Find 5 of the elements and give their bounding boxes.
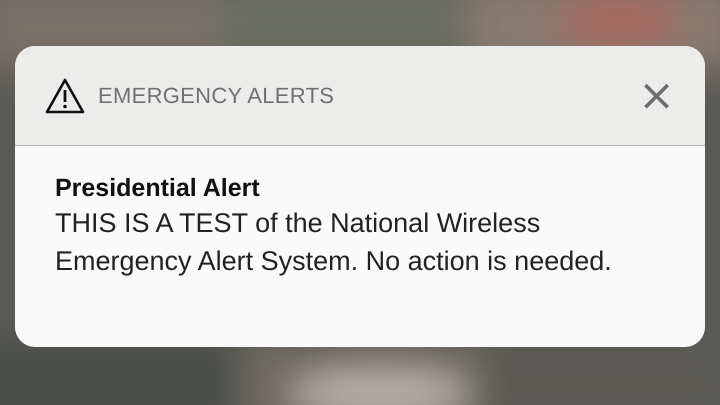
close-button[interactable]: × bbox=[636, 76, 677, 116]
alert-message: THIS IS A TEST of the National Wireless Emergency Alert System. No action is needed. bbox=[55, 207, 613, 278]
alert-title: Presidential Alert bbox=[55, 173, 261, 204]
app-name: EMERGENCY ALERTS bbox=[98, 82, 336, 108]
warning-icon bbox=[45, 78, 85, 114]
